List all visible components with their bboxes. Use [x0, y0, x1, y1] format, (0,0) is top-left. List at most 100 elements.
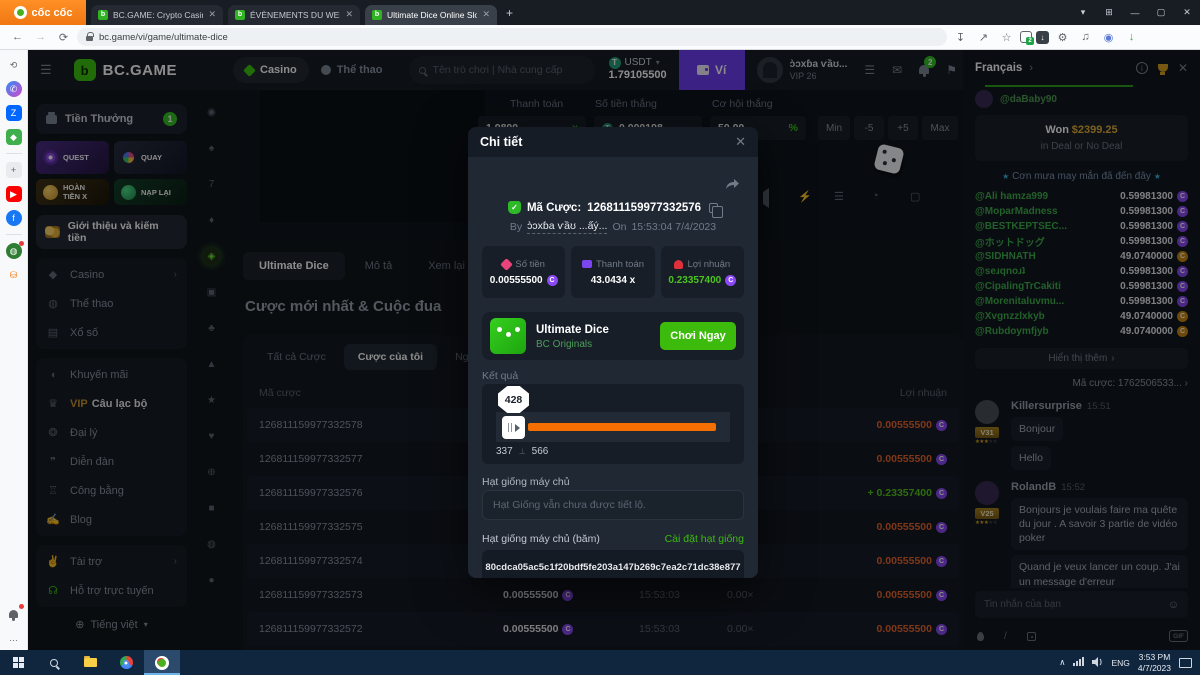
- seed-hash-field[interactable]: 80cdca05ac5c1f20bdf5fe203a147b269c7ea2c7…: [482, 550, 744, 578]
- browser-tab-3-active[interactable]: b Ultimate Dice Online Slot - P ✕: [365, 4, 497, 25]
- share-icon[interactable]: [725, 177, 740, 195]
- media-icon[interactable]: ♫: [1076, 31, 1095, 43]
- tray-expand-icon[interactable]: ∧: [1059, 657, 1065, 668]
- date: 4/7/2023: [1137, 662, 1171, 673]
- stat-profit: Lợi nhuận 0.23357400 C: [660, 246, 744, 298]
- bet-id-value: 126811159977332576: [587, 201, 702, 214]
- close-window-button[interactable]: ✕: [1174, 0, 1200, 25]
- ultimate-dice-icon: [490, 318, 526, 354]
- stat-payout: Thanh toán 43.0434 x: [571, 246, 655, 298]
- seed-hash-value: 80cdca05ac5c1f20bdf5fe203a147b269c7ea2c7…: [485, 562, 741, 573]
- browser-tab-2[interactable]: b ÉVÈNEMENTS DU WEEK-END ✕: [228, 4, 360, 25]
- server-seed-value: Hạt Giống vẫn chưa được tiết lộ.: [493, 499, 646, 511]
- action-center-icon[interactable]: [1179, 657, 1192, 668]
- screen: cốc cốc b BC.GAME: Crypto Casino Gam ✕ b…: [0, 0, 1200, 675]
- profit-icon: [674, 259, 684, 269]
- value: 43.0434 x: [590, 274, 636, 286]
- label: Số tiền: [515, 258, 545, 270]
- bet-id-label: Mã Cược:: [526, 201, 582, 214]
- tab-label: ÉVÈNEMENTS DU WEEK-END: [250, 9, 340, 20]
- bcgame-favicon: b: [235, 9, 245, 20]
- browser-tabstrip: cốc cốc b BC.GAME: Crypto Casino Gam ✕ b…: [0, 0, 1200, 25]
- clock[interactable]: 3:53 PM 4/7/2023: [1138, 652, 1171, 672]
- close-tab-icon[interactable]: ✕: [208, 9, 216, 20]
- add-shortcut-icon[interactable]: +: [5, 162, 22, 178]
- adblock-badge: 2: [1026, 37, 1034, 45]
- game-provider[interactable]: BC Originals: [536, 339, 609, 350]
- workspace-icon[interactable]: ⊞: [1096, 0, 1122, 25]
- label: Thanh toán: [595, 258, 645, 270]
- messenger-icon[interactable]: ✆: [5, 81, 22, 97]
- brand-label: cốc cốc: [31, 6, 73, 19]
- shopping-icon[interactable]: ⛁: [6, 267, 22, 283]
- close-tab-icon[interactable]: ✕: [345, 9, 353, 20]
- modal-title: Chi tiết: [480, 135, 523, 149]
- value: 0.00555500: [489, 274, 543, 286]
- server-seed-field[interactable]: Hạt Giống vẫn chưa được tiết lộ.: [482, 490, 744, 520]
- bcgame-page: ☰ b BC.GAME Casino Thể thao Tên trò chơi…: [28, 50, 1200, 650]
- back-button[interactable]: ←: [8, 31, 27, 43]
- bet-id-line: ✓ Mã Cược: 126811159977332576: [468, 201, 758, 218]
- games-icon[interactable]: ◆: [5, 129, 22, 145]
- coccoc-brand-button[interactable]: cốc cốc: [0, 0, 86, 25]
- divider: [5, 234, 22, 235]
- verified-icon: ✓: [507, 201, 521, 214]
- value: 0.23357400: [668, 274, 722, 286]
- close-tab-icon[interactable]: ✕: [482, 9, 490, 20]
- network-icon[interactable]: [1073, 657, 1085, 668]
- download-manager-icon[interactable]: ↓: [1036, 30, 1049, 44]
- file-explorer-icon[interactable]: [72, 650, 108, 675]
- coin-icon: C: [725, 274, 737, 286]
- range-tick-icon: ⊥: [518, 447, 526, 456]
- start-button[interactable]: [0, 650, 36, 675]
- by-label: By: [509, 221, 523, 233]
- seed-hash-label: Hạt giống máy chủ (băm): [482, 533, 600, 545]
- bet-datetime: 15:53:04 7/4/2023: [631, 221, 717, 233]
- taskbar-tray: ∧ ENG 3:53 PM 4/7/2023: [1059, 652, 1200, 673]
- share-icon[interactable]: ↗: [974, 31, 993, 44]
- notifications-bell-icon[interactable]: [6, 604, 24, 622]
- zalo-icon[interactable]: Z: [5, 105, 22, 121]
- facebook-icon[interactable]: f: [5, 210, 22, 226]
- seed-settings-link[interactable]: Cài đặt hạt giống: [665, 533, 744, 545]
- new-tab-button[interactable]: +: [506, 6, 513, 20]
- chrome-icon[interactable]: [108, 650, 144, 675]
- profile-icon[interactable]: ◉: [1099, 31, 1118, 44]
- close-modal-icon[interactable]: ✕: [735, 134, 746, 150]
- football-icon[interactable]: ◍: [5, 241, 24, 259]
- downloads-done-icon[interactable]: ↓: [1122, 31, 1141, 43]
- language-indicator[interactable]: ENG: [1111, 658, 1129, 668]
- bcgame-favicon: b: [372, 9, 382, 20]
- browser-side-strip: ⟲ ✆ Z ◆ + ▶ f ◍ ⛁ …: [0, 50, 28, 650]
- adblock-shield-icon[interactable]: 2: [1020, 31, 1034, 45]
- browser-toolbar: ← → ⟳ bc.game/vi/game/ultimate-dice ↧ ↗ …: [0, 25, 1200, 50]
- copy-icon[interactable]: [709, 202, 724, 218]
- window-controls: ▾ ⊞ — ▢ ✕: [1070, 0, 1200, 25]
- taskbar-search-icon[interactable]: [36, 650, 72, 675]
- bet-username[interactable]: ɔ̀ɔxɓa ѵầʊ ...ấý...: [527, 220, 608, 234]
- forward-button[interactable]: →: [31, 31, 50, 43]
- tab-search-icon[interactable]: ▾: [1070, 0, 1096, 25]
- volume-icon[interactable]: [1092, 656, 1103, 669]
- maximize-button[interactable]: ▢: [1148, 0, 1174, 25]
- more-icon[interactable]: …: [6, 630, 22, 646]
- extensions-icon[interactable]: ⚙: [1053, 31, 1072, 44]
- minimize-button[interactable]: —: [1122, 0, 1148, 25]
- result-slider: 428 337 ⊥ 566: [482, 384, 744, 464]
- tab-label: BC.GAME: Crypto Casino Gam: [113, 9, 203, 20]
- save-page-icon[interactable]: ↧: [951, 31, 970, 44]
- browser-tab-1[interactable]: b BC.GAME: Crypto Casino Gam ✕: [91, 4, 223, 25]
- payout-icon: [581, 260, 592, 268]
- bookmark-star-icon[interactable]: ☆: [997, 31, 1016, 44]
- slider-handle[interactable]: [502, 416, 525, 439]
- slider-range-bar: [528, 423, 716, 431]
- youtube-icon[interactable]: ▶: [5, 186, 22, 202]
- coccoc-taskbar-icon[interactable]: [144, 650, 180, 675]
- url-bar[interactable]: bc.game/vi/game/ultimate-dice: [77, 28, 947, 46]
- reload-button[interactable]: ⟳: [54, 31, 73, 44]
- tab-label: Ultimate Dice Online Slot - P: [387, 9, 478, 20]
- windows-taskbar: ∧ ENG 3:53 PM 4/7/2023: [0, 650, 1200, 675]
- play-now-button[interactable]: Chơi Ngay: [660, 322, 736, 350]
- bet-meta-line: By ɔ̀ɔxɓa ѵầʊ ...ấý... On 15:53:04 7/4/2…: [468, 220, 758, 234]
- history-icon[interactable]: ⟲: [6, 57, 22, 73]
